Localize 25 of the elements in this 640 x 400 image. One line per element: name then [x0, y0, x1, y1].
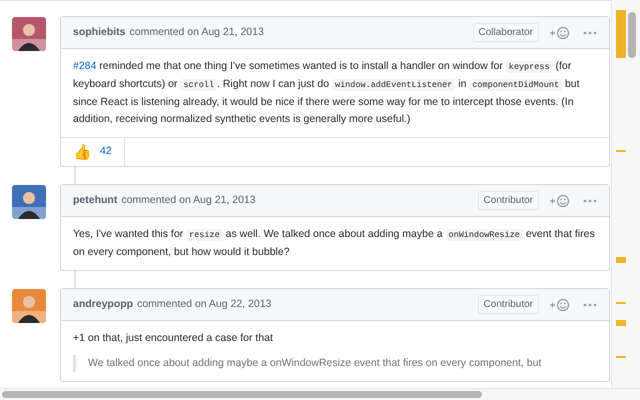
- role-badge: Contributor: [478, 191, 539, 210]
- comment-date: commented on Aug 22, 2013: [137, 296, 272, 312]
- comment-text: #284 reminded me that one thing I've sometimes wanted is to install a handler on window for keypress (for keyboard shortcuts) or scroll . Right now I can just do window.addEventListener in componentDidMount but since React is listening already, it would be nice if there were some way for me to intercept those events. (In addition, receiving normalized synthetic events is generally more useful.): [73, 59, 581, 127]
- more-options-icon[interactable]: [583, 302, 597, 306]
- comment-date: commented on Aug 21, 2013: [130, 24, 264, 40]
- more-options-icon[interactable]: [583, 30, 597, 34]
- comment-date: commented on Aug 21, 2013: [121, 192, 256, 208]
- horizontal-scrollbar[interactable]: [0, 388, 640, 400]
- reaction-button[interactable]: 👍 42: [61, 138, 125, 166]
- author-name[interactable]: petehunt: [73, 192, 118, 208]
- add-reaction-icon[interactable]: [549, 194, 571, 208]
- quoted-text: We talked once about adding maybe a onWindowResize event that fires on every component, but: [88, 356, 542, 371]
- author-name[interactable]: sophiebits: [73, 24, 126, 40]
- issue-link[interactable]: #284: [73, 60, 96, 72]
- add-reaction-icon[interactable]: [549, 26, 571, 40]
- author-name[interactable]: andreypopp: [73, 296, 134, 312]
- comment-text: Yes, I've wanted this for resize as well. We talked once about adding maybe a onWindowResize event that fires on every component, but how would it bubble?: [73, 227, 596, 260]
- comment-text: +1 on that, just encountered a case for that: [73, 331, 274, 346]
- more-options-icon[interactable]: [583, 198, 597, 202]
- scrollbar-thumb[interactable]: [2, 391, 482, 398]
- role-badge: Collaborator: [472, 23, 539, 42]
- add-reaction-icon[interactable]: [549, 298, 571, 312]
- role-badge: Contributor: [478, 295, 539, 314]
- scrollbar-thumb[interactable]: [628, 12, 636, 58]
- vertical-scrollbar[interactable]: [611, 0, 640, 388]
